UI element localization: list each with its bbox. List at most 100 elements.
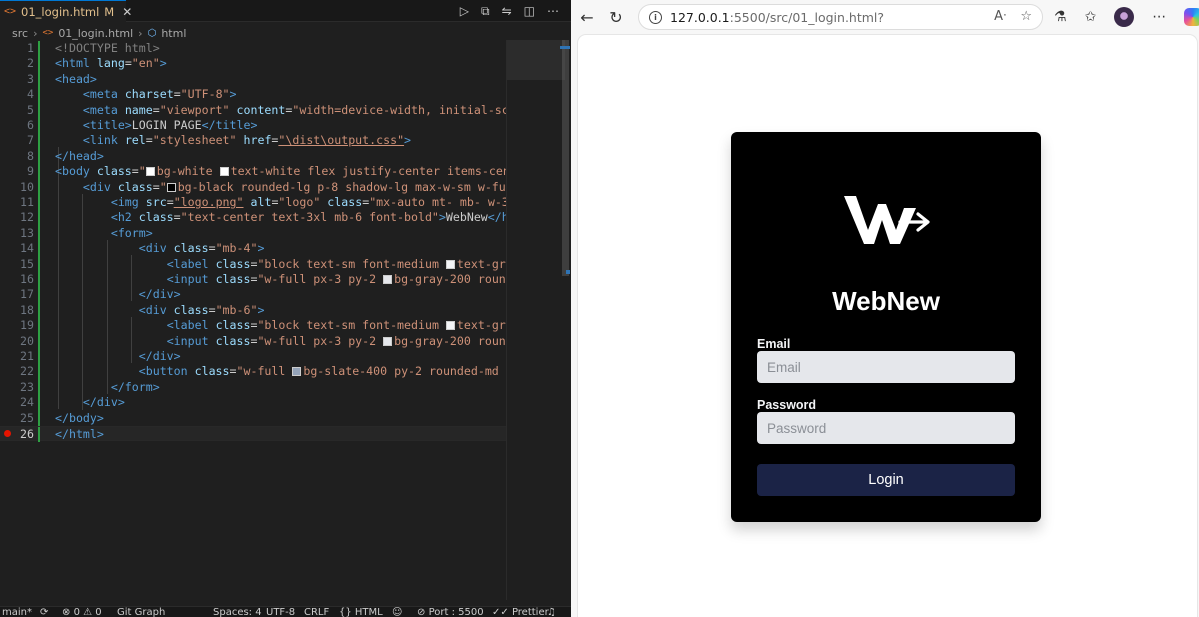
address-bar[interactable]: i 127.0.0.1:5500/src/01_login.html? Aᐧ ☆ [638, 4, 1043, 30]
copilot-icon[interactable]: ☺ [392, 607, 402, 617]
read-aloud-icon[interactable]: Aᐧ [994, 9, 1006, 24]
bell-icon[interactable]: ♫ [547, 607, 556, 617]
git-added-marker [38, 87, 40, 103]
url-path: :5500/src/01_login.html? [729, 9, 885, 25]
color-swatch[interactable] [219, 167, 229, 177]
browser-window: ← ↻ i 127.0.0.1:5500/src/01_login.html? … [571, 0, 1199, 617]
status-problems[interactable]: ⊗ 0 ⚠ 0 [62, 607, 102, 617]
git-added-marker [38, 318, 40, 334]
git-added-marker [38, 256, 40, 272]
line-number: 25 [20, 410, 34, 425]
scrollbar-marker [560, 46, 570, 49]
code-line: <form> [110, 225, 153, 240]
color-swatch[interactable] [445, 259, 455, 269]
code-line: <h2 class="text-center text-3xl mb-6 fon… [110, 210, 506, 225]
line-number: 14 [20, 241, 34, 256]
line-number: 11 [20, 195, 34, 209]
line-number: 18 [20, 302, 34, 317]
code-line: <html lang="en"> [55, 56, 167, 71]
tab-modified-indicator: M [104, 4, 115, 19]
extensions-icon[interactable]: ⚗ [1054, 9, 1067, 25]
line-number: 13 [20, 225, 34, 240]
run-icon[interactable]: ▷ [460, 4, 469, 18]
git-added-marker [38, 410, 40, 426]
code-line: <div class="mb-4"> [138, 241, 265, 256]
back-arrow-icon[interactable]: ← [575, 5, 599, 29]
git-added-marker [38, 287, 40, 303]
copilot-icon[interactable] [1184, 8, 1199, 26]
code-line: <input class="w-full px-3 py-2 bg-gray-2… [166, 272, 506, 286]
line-number: 20 [20, 333, 34, 348]
git-added-marker [38, 302, 40, 319]
git-added-marker [38, 148, 40, 165]
refresh-icon[interactable]: ↻ [604, 5, 628, 29]
git-added-marker [38, 225, 40, 242]
line-number: 19 [20, 318, 34, 333]
breadcrumb-file[interactable]: 01_login.html [58, 27, 133, 40]
minimap-slider[interactable] [507, 40, 565, 80]
address-bar-actions: Aᐧ ☆ [994, 9, 1032, 24]
status-branch[interactable]: main* [2, 607, 32, 617]
color-swatch[interactable] [145, 167, 155, 177]
code-line: </div> [138, 349, 181, 363]
scrollbar[interactable] [562, 40, 569, 276]
git-added-marker [38, 349, 40, 365]
breakpoint-icon[interactable] [4, 430, 11, 437]
status-prettier[interactable]: ✓✓ Prettier [492, 607, 549, 617]
code-editor: <> 01_login.html M ✕ ▷ ⧉ ⇋ ◫ ⋯ src › <> … [0, 0, 571, 617]
webnew-logo [844, 196, 930, 244]
line-number: 22 [20, 364, 34, 379]
line-number: 23 [20, 379, 34, 394]
sync-icon[interactable]: ⟳ [40, 607, 48, 617]
code-line: <input class="w-full px-3 py-2 bg-gray-2… [166, 333, 506, 348]
line-number: 7 [27, 133, 34, 148]
split-editor-icon[interactable]: ◫ [524, 4, 535, 18]
breadcrumb-folder[interactable]: src [12, 27, 28, 40]
status-language[interactable]: {} HTML [339, 607, 383, 617]
code-line: <meta charset="UTF-8"> [82, 87, 237, 102]
color-swatch[interactable] [292, 367, 302, 377]
code-line: </head> [55, 148, 104, 163]
line-number: 16 [20, 272, 34, 286]
git-added-marker [38, 41, 40, 57]
color-swatch[interactable] [445, 321, 455, 331]
more-menu-icon[interactable]: ⋯ [1152, 9, 1166, 25]
code-line: <button class="w-full bg-slate-400 py-2 … [55, 364, 506, 379]
compare-changes-icon[interactable]: ⇋ [502, 4, 512, 18]
git-added-marker [38, 427, 40, 443]
scrollbar-marker [566, 270, 570, 274]
code-area[interactable]: 1 <!DOCTYPE html> 2 <html lang="en"> 3 <hea… [0, 40, 506, 600]
login-button[interactable]: Login [757, 464, 1015, 496]
favorites-icon[interactable]: ✩ [1085, 9, 1097, 25]
browser-toolbar: ← ↻ i 127.0.0.1:5500/src/01_login.html? … [571, 0, 1199, 34]
code-line: </div> [82, 395, 125, 410]
color-swatch[interactable] [166, 182, 176, 192]
password-label: Password [757, 398, 817, 412]
password-field[interactable] [757, 412, 1015, 444]
code-line: </div> [138, 287, 181, 302]
editor-tab[interactable]: <> 01_login.html M ✕ [0, 0, 132, 22]
breadcrumb-symbol[interactable]: html [161, 27, 186, 40]
minimap[interactable] [506, 40, 565, 600]
chevron-right-icon: › [33, 26, 38, 40]
status-encoding[interactable]: UTF-8 [266, 607, 295, 617]
info-icon[interactable]: i [649, 10, 662, 24]
email-field[interactable] [757, 351, 1015, 383]
status-git-graph[interactable]: Git Graph [117, 607, 165, 617]
favorite-star-icon[interactable]: ☆ [1020, 9, 1032, 24]
avatar[interactable] [1114, 7, 1135, 27]
close-icon[interactable]: ✕ [122, 5, 132, 19]
color-swatch[interactable] [383, 275, 393, 284]
code-line: <div class="mb-6"> [138, 302, 265, 317]
status-eol[interactable]: CRLF [304, 607, 329, 617]
code-line: </html> [55, 427, 104, 441]
status-spaces[interactable]: Spaces: 4 [213, 607, 262, 617]
color-swatch[interactable] [383, 336, 393, 346]
editor-tab-bar: <> 01_login.html M ✕ ▷ ⧉ ⇋ ◫ ⋯ [0, 0, 571, 22]
more-actions-icon[interactable]: ⋯ [547, 4, 559, 18]
status-port[interactable]: ⊘ Port : 5500 [417, 607, 484, 617]
open-preview-icon[interactable]: ⧉ [481, 4, 490, 19]
line-number: 12 [20, 210, 34, 225]
line-number: 24 [20, 395, 34, 410]
code-line: <meta name="viewport" content="width=dev… [82, 102, 506, 117]
